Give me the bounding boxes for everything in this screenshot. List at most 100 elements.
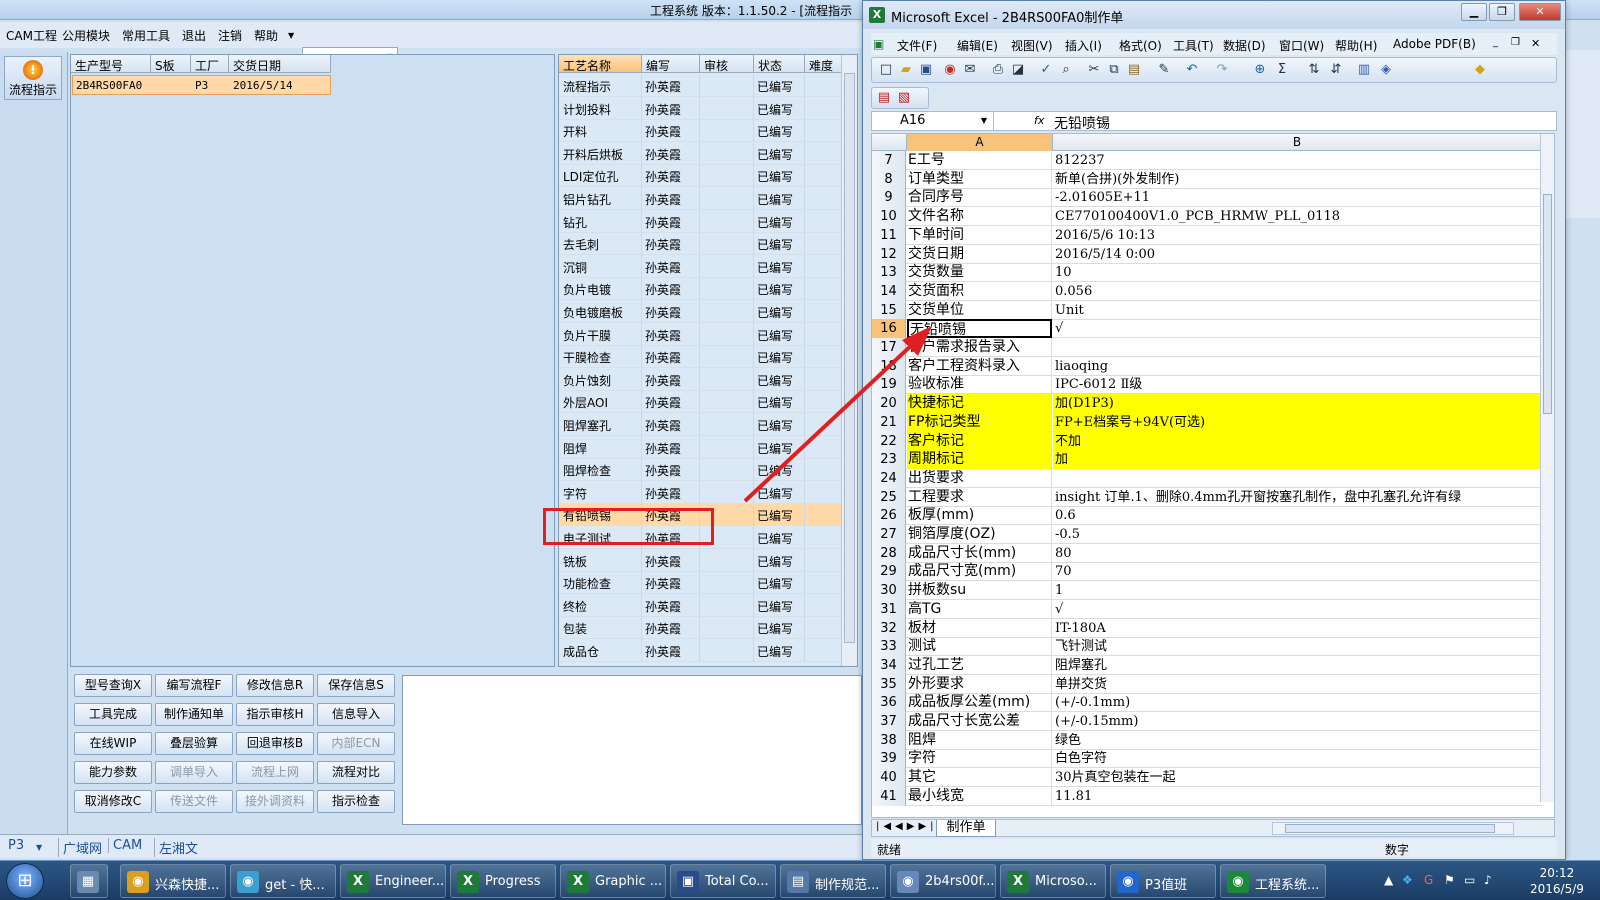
row-header[interactable]: 27: [872, 525, 906, 544]
row-header[interactable]: 39: [872, 749, 906, 769]
row-header[interactable]: 25: [872, 487, 906, 507]
cell-b[interactable]: 2016/5/6 10:13: [1053, 226, 1542, 245]
function-button[interactable]: 保存信息S: [317, 674, 395, 697]
cell-b[interactable]: -0.5: [1053, 525, 1542, 544]
tray-app-icon[interactable]: ❖: [1402, 873, 1413, 887]
process-row[interactable]: 包装 孙英霞 已编写: [559, 616, 842, 640]
close-button[interactable]: ✕: [1519, 3, 1561, 21]
tray-expand-icon[interactable]: ▲: [1384, 873, 1393, 887]
process-row[interactable]: 终检 孙英霞 已编写: [559, 593, 842, 617]
sort-descending-icon[interactable]: ⇵: [1328, 62, 1344, 78]
cell-a[interactable]: 交货日期: [907, 244, 1052, 264]
row-header[interactable]: 8: [872, 169, 906, 189]
taskbar-item[interactable]: ◉ P3值班: [1110, 864, 1216, 898]
taskbar-item[interactable]: ◉ get - 快...: [230, 864, 336, 898]
redo-icon[interactable]: ↷: [1214, 62, 1230, 78]
spelling-icon[interactable]: ✓: [1038, 62, 1054, 78]
cell-b[interactable]: 白色字符: [1053, 749, 1542, 768]
cell-a[interactable]: 拼板数su: [907, 581, 1052, 601]
process-row[interactable]: 负片蚀刻 孙英霞 已编写: [559, 367, 842, 391]
tray-g-icon[interactable]: G: [1424, 873, 1433, 887]
process-row[interactable]: 功能检查 孙英霞 已编写: [559, 571, 842, 595]
undo-icon[interactable]: ↶: [1184, 62, 1200, 78]
function-button[interactable]: 编写流程F: [155, 674, 233, 697]
col-header-factory[interactable]: 工厂: [191, 55, 229, 73]
row-header[interactable]: 26: [872, 506, 906, 526]
cell-a[interactable]: 合同序号: [907, 188, 1052, 208]
row-header[interactable]: 13: [872, 263, 906, 283]
process-row[interactable]: 去毛刺 孙英霞 已编写: [559, 232, 842, 256]
col-header-difficulty[interactable]: 难度: [805, 55, 842, 73]
cell-b[interactable]: 绿色: [1053, 731, 1542, 750]
cell-b[interactable]: 10: [1053, 263, 1542, 282]
col-header-delivery-date[interactable]: 交货日期: [229, 55, 331, 73]
menu-file[interactable]: 文件(F): [897, 37, 937, 54]
doc-restore-icon[interactable]: ❐: [1511, 37, 1520, 48]
function-button[interactable]: 回退审核B: [236, 732, 314, 755]
process-row[interactable]: 阻焊检查 孙英霞 已编写: [559, 458, 842, 482]
cell-b[interactable]: 新单(合拼)(外发制作): [1053, 170, 1542, 189]
process-row[interactable]: 阻焊 孙英霞 已编写: [559, 435, 842, 459]
volume-icon[interactable]: ♪: [1484, 873, 1492, 887]
cell-a[interactable]: 客户需求报告录入: [907, 338, 1052, 357]
function-icon[interactable]: fx: [1034, 114, 1044, 127]
cell-a[interactable]: E工号: [907, 151, 1052, 170]
cell-a[interactable]: 文件名称: [907, 207, 1052, 227]
cell-a[interactable]: 其它: [907, 768, 1052, 788]
cell-a[interactable]: 无铅喷锡: [907, 319, 1052, 339]
scroll-thumb[interactable]: [1285, 824, 1495, 833]
cell-b[interactable]: liaoqing: [1053, 357, 1542, 376]
taskbar-item[interactable]: X Microso...: [1000, 864, 1106, 898]
menu-tools[interactable]: 工具(T): [1173, 37, 1214, 54]
sheet-tab-active[interactable]: 制作单: [936, 820, 996, 837]
row-header[interactable]: 18: [872, 356, 906, 376]
cell-a[interactable]: 外形要求: [907, 674, 1052, 694]
cell-b[interactable]: 不加: [1053, 431, 1542, 451]
row-header[interactable]: 38: [872, 730, 906, 750]
cell-a[interactable]: 成品尺寸长宽公差: [907, 712, 1052, 731]
cell-a[interactable]: 交货数量: [907, 263, 1052, 283]
process-scrollbar[interactable]: [841, 55, 857, 666]
row-header[interactable]: 14: [872, 281, 906, 301]
process-row[interactable]: 外层AOI 孙英霞 已编写: [559, 390, 842, 414]
function-button[interactable]: 修改信息R: [236, 674, 314, 697]
process-row[interactable]: 负片电镀 孙英霞 已编写: [559, 277, 842, 301]
function-button[interactable]: 指示审核H: [236, 703, 314, 726]
doc-minimize-icon[interactable]: _: [1493, 37, 1498, 48]
process-row[interactable]: 阻焊塞孔 孙英霞 已编写: [559, 413, 842, 436]
fill-color-icon[interactable]: ◆: [1472, 62, 1488, 78]
save-icon[interactable]: ▣: [918, 62, 934, 78]
info-text-area[interactable]: [402, 675, 862, 825]
cell-a[interactable]: 板厚(mm): [907, 506, 1052, 526]
process-row[interactable]: 沉铜 孙英霞 已编写: [559, 254, 842, 278]
scroll-thumb[interactable]: [844, 73, 855, 643]
process-row[interactable]: 成品仓 孙英霞 已编写: [559, 639, 842, 662]
cell-b[interactable]: 30片真空包装在一起: [1053, 768, 1542, 787]
col-header-process[interactable]: 工艺名称: [559, 55, 642, 73]
process-row[interactable]: LDI定位孔 孙英霞 已编写: [559, 164, 842, 188]
doc-close-icon[interactable]: ✕: [1531, 37, 1540, 50]
help-dropdown-icon[interactable]: ▼: [288, 31, 294, 40]
sort-ascending-icon[interactable]: ⇅: [1306, 62, 1322, 78]
process-row[interactable]: 开料 孙英霞 已编写: [559, 119, 842, 143]
cut-icon[interactable]: ✂: [1086, 62, 1102, 78]
vertical-scrollbar[interactable]: [1540, 134, 1554, 802]
taskbar-item[interactable]: ▤ 制作规范...: [780, 864, 886, 898]
research-icon[interactable]: ⌕: [1058, 62, 1074, 78]
chart-wizard-icon[interactable]: ▥: [1356, 62, 1372, 78]
function-button[interactable]: 取消修改C: [74, 790, 152, 813]
row-header[interactable]: 30: [872, 581, 906, 601]
cell-b[interactable]: CE770100400V1.0_PCB_HRMW_PLL_0118: [1053, 207, 1542, 226]
cell-b[interactable]: Unit: [1053, 301, 1542, 320]
minimize-button[interactable]: ▁: [1461, 3, 1487, 21]
cell-b[interactable]: 11.81: [1053, 787, 1542, 806]
menu-help[interactable]: 帮助: [254, 27, 278, 44]
column-header-a[interactable]: A: [907, 134, 1053, 151]
name-box[interactable]: A16 ▼: [872, 112, 994, 130]
status-dropdown-icon[interactable]: ▼: [36, 843, 42, 852]
cell-a[interactable]: 成品尺寸长(mm): [907, 543, 1052, 563]
taskbar-item[interactable]: X Progress: [450, 864, 556, 898]
column-header-b[interactable]: B: [1053, 134, 1542, 151]
cell-a[interactable]: 成品尺寸宽(mm): [907, 562, 1052, 582]
row-header[interactable]: 37: [872, 712, 906, 731]
